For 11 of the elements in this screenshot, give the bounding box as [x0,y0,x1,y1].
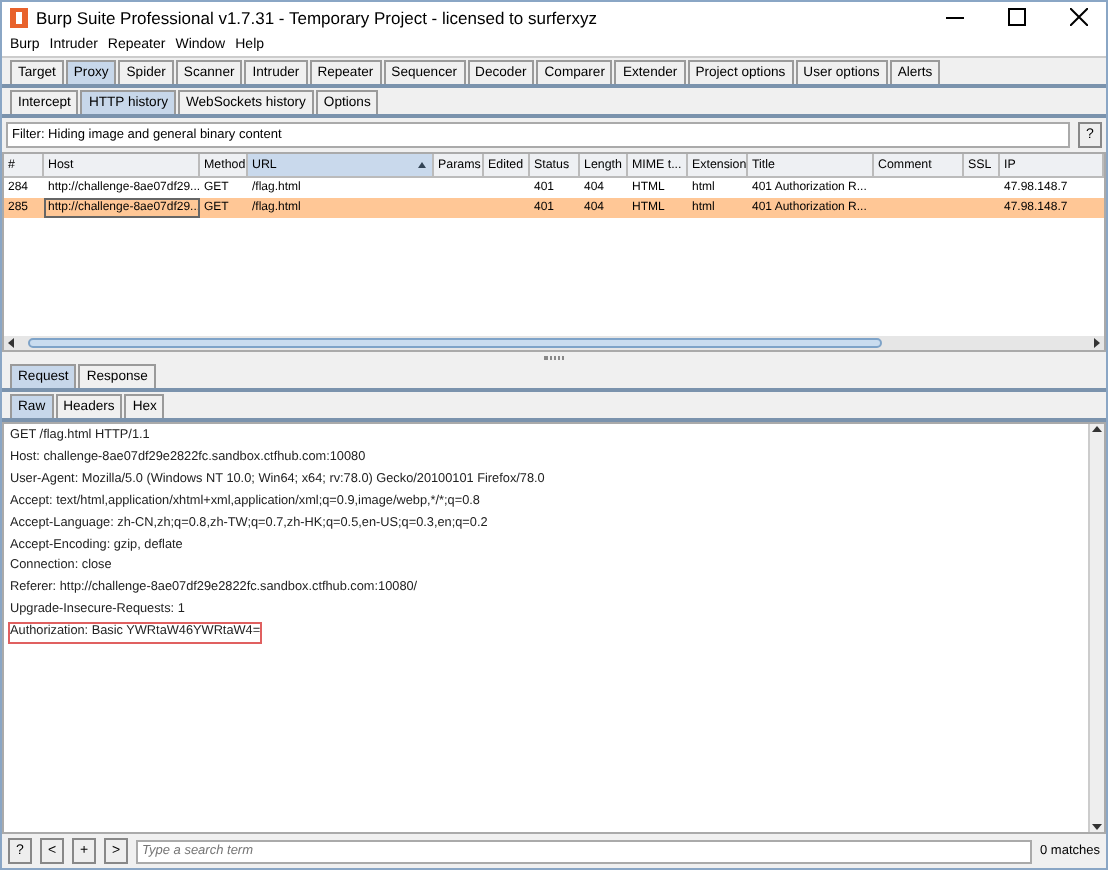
maximize-icon[interactable] [1008,8,1026,26]
scroll-right-icon[interactable] [1092,338,1102,348]
scroll-up-icon[interactable] [1092,424,1102,434]
close-icon[interactable] [1070,8,1088,26]
horizontal-scrollbar[interactable] [4,336,1104,350]
app-logo-icon [10,7,28,27]
window-title: Burp Suite Professional v1.7.31 - Temporary Project - licensed to surferxyz [36,7,599,27]
sort-arrow-icon [418,162,426,168]
scroll-left-icon[interactable] [6,338,16,348]
vertical-scrollbar[interactable] [1088,424,1104,832]
scroll-down-icon[interactable] [1092,822,1102,832]
